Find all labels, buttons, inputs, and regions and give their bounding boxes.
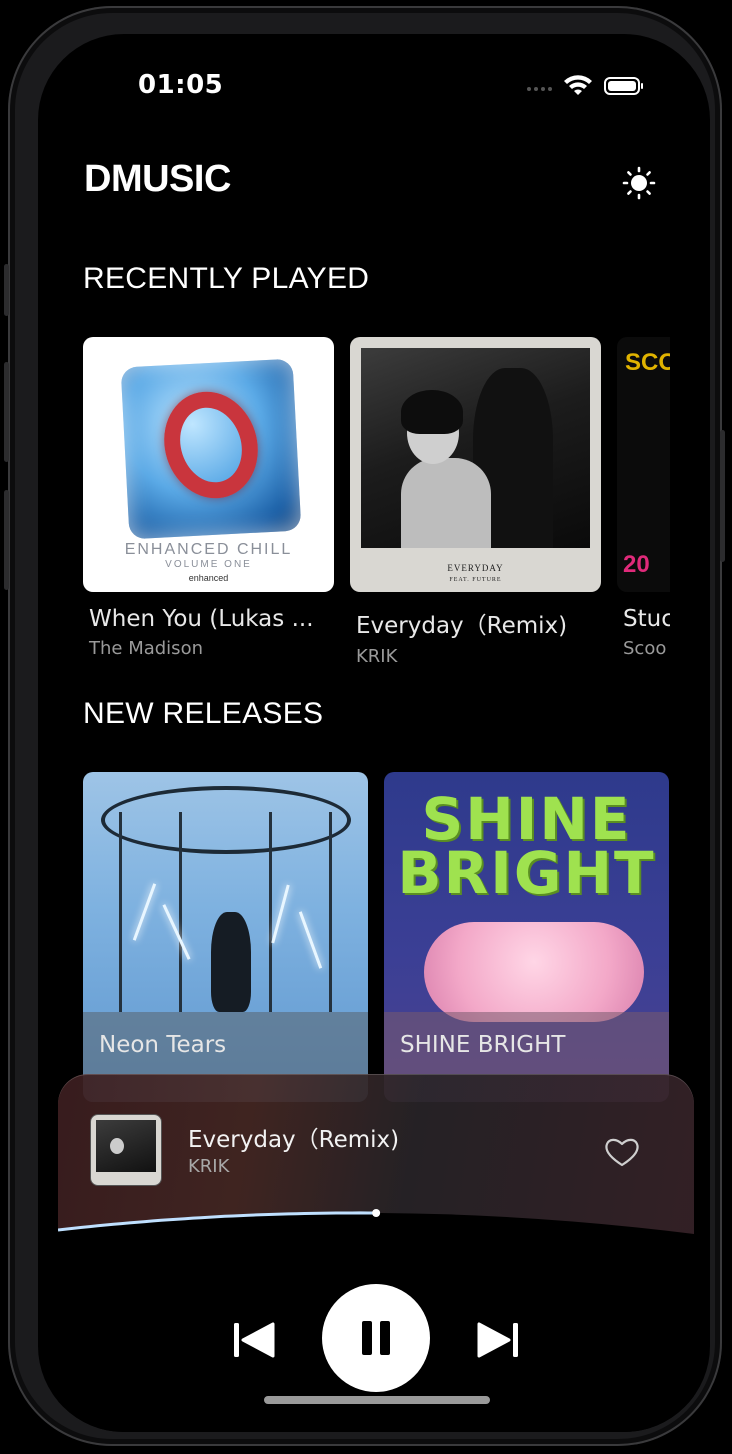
light-tube-graphic bbox=[162, 904, 191, 960]
recent-item-artist: Scoo bbox=[623, 638, 667, 659]
previous-button[interactable] bbox=[228, 1314, 280, 1366]
light-tube-graphic bbox=[298, 911, 323, 969]
volume-down-button bbox=[4, 490, 9, 590]
album-art: EVERYDAY FEAT. FUTURE bbox=[350, 337, 601, 592]
album-art-subtitle: FEAT. FUTURE bbox=[449, 577, 502, 583]
device-frame: 01:05 DMUSIC RECENTLY PLAYED ENHANCED CH… bbox=[4, 6, 725, 1446]
photo-figure bbox=[401, 458, 491, 548]
release-card[interactable]: Neon Tears bbox=[83, 772, 368, 1102]
recent-item-artist: The Madison bbox=[89, 638, 203, 659]
artwork-figure bbox=[110, 1138, 124, 1154]
skip-previous-icon bbox=[234, 1322, 275, 1358]
new-releases-heading: NEW RELEASES bbox=[83, 697, 324, 730]
album-art-title: EVERYDAY bbox=[447, 563, 504, 573]
album-art-text: EVERYDAY FEAT. FUTURE bbox=[350, 563, 601, 583]
release-title: SHINE BRIGHT bbox=[400, 1032, 566, 1058]
recently-played-carousel[interactable]: ENHANCED CHILL VOLUME ONE enhanced When … bbox=[83, 337, 670, 667]
heart-icon bbox=[605, 1138, 639, 1167]
pause-icon bbox=[362, 1321, 390, 1355]
power-button bbox=[720, 430, 725, 562]
rope-graphic bbox=[329, 812, 332, 1012]
album-photo bbox=[361, 348, 590, 548]
status-icons bbox=[527, 74, 643, 98]
hoop-graphic bbox=[101, 786, 351, 854]
now-playing-title: Everyday（Remix) bbox=[188, 1127, 400, 1153]
cloud-graphic bbox=[424, 922, 644, 1022]
artwork-photo bbox=[96, 1120, 156, 1172]
recently-played-heading: RECENTLY PLAYED bbox=[83, 262, 370, 295]
recent-item-title: Everyday（Remix) bbox=[356, 613, 568, 639]
album-art: ENHANCED CHILL VOLUME ONE enhanced bbox=[83, 337, 334, 592]
light-tube-graphic bbox=[271, 884, 290, 944]
album-art-subtext: 20 bbox=[623, 551, 650, 578]
release-title: Neon Tears bbox=[99, 1032, 227, 1058]
theme-toggle-button[interactable] bbox=[618, 162, 660, 204]
volume-up-button bbox=[4, 362, 9, 462]
skip-next-icon bbox=[477, 1322, 518, 1358]
cellular-signal-icon bbox=[527, 81, 552, 91]
progress-knob[interactable] bbox=[372, 1209, 381, 1218]
recent-item-title: When You (Lukas ... bbox=[89, 606, 314, 632]
screen: 01:05 DMUSIC RECENTLY PLAYED ENHANCED CH… bbox=[38, 34, 710, 1432]
rope-graphic bbox=[269, 812, 272, 1012]
sun-icon bbox=[622, 166, 656, 200]
album-art-label: enhanced bbox=[188, 573, 229, 583]
play-pause-button[interactable] bbox=[322, 1284, 430, 1392]
status-time: 01:05 bbox=[138, 70, 224, 100]
recent-item-artist: KRIK bbox=[356, 646, 398, 667]
battery-icon bbox=[604, 77, 643, 95]
now-playing-bar: Everyday（Remix) KRIK bbox=[58, 1074, 694, 1432]
album-art: SCO 20 bbox=[617, 337, 670, 592]
release-card[interactable]: SHINE BRIGHT SHINE BRIGHT bbox=[384, 772, 669, 1102]
now-playing-artist: KRIK bbox=[188, 1156, 230, 1177]
album-art-text: ENHANCED CHILL bbox=[124, 541, 293, 558]
recent-item[interactable]: SCO 20 Stuc Scoo bbox=[617, 337, 670, 659]
now-playing-artwork[interactable] bbox=[90, 1114, 162, 1186]
album-art-text: SCO bbox=[625, 349, 670, 376]
album-art-subtext: VOLUME ONE bbox=[165, 559, 252, 570]
album-art-text: SHINE BRIGHT bbox=[397, 785, 656, 907]
mute-switch bbox=[4, 264, 9, 316]
app-title: DMUSIC bbox=[84, 158, 231, 200]
photo-figure bbox=[401, 390, 463, 434]
wifi-icon bbox=[564, 75, 592, 95]
recent-item[interactable]: ENHANCED CHILL VOLUME ONE enhanced When … bbox=[83, 337, 334, 659]
playback-controls bbox=[58, 1284, 694, 1394]
recent-item[interactable]: EVERYDAY FEAT. FUTURE Everyday（Remix) KR… bbox=[350, 337, 601, 667]
recent-item-title: Stuc bbox=[623, 606, 670, 632]
next-button[interactable] bbox=[472, 1314, 524, 1366]
like-button[interactable] bbox=[602, 1132, 642, 1172]
rope-graphic bbox=[119, 812, 122, 1012]
light-tube-graphic bbox=[132, 883, 157, 941]
home-indicator[interactable] bbox=[264, 1396, 490, 1404]
progress-curve[interactable] bbox=[58, 1194, 694, 1284]
swing-figure-graphic bbox=[211, 912, 251, 1012]
rope-graphic bbox=[179, 812, 182, 1012]
